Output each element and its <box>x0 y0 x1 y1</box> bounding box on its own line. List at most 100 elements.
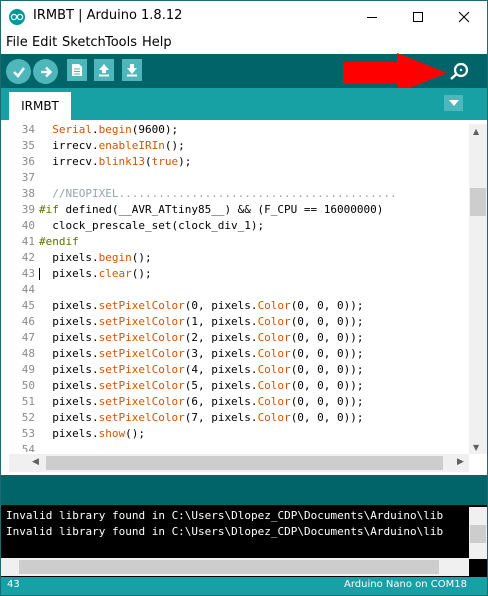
code-line[interactable]: 39 #if defined(__AVR_ATtiny85__) && (F_CP… <box>1 202 469 218</box>
minimize-button[interactable] <box>349 1 395 32</box>
code-line[interactable]: 43 pixels.clear(); <box>1 266 469 282</box>
code-editor[interactable]: 34 Serial.begin(9600); 35 irrecv.enableIR… <box>1 120 487 475</box>
editor-vertical-scroll-thumb[interactable] <box>470 188 486 216</box>
maximize-button[interactable] <box>395 1 441 32</box>
code-token: (3, pixels. <box>184 347 258 360</box>
code-line[interactable]: 51 pixels.setPixelColor(6, pixels.Color(… <box>1 394 469 410</box>
code-token: (); <box>131 251 152 264</box>
code-line[interactable]: 53 pixels.show(); <box>1 426 469 442</box>
upload-button[interactable] <box>33 59 58 84</box>
code-line[interactable]: 35 irrecv.enableIRIn(); <box>1 138 469 154</box>
menu-help[interactable]: Help <box>142 35 172 50</box>
code-token: Color <box>257 395 291 408</box>
code-token: Serial <box>52 123 92 136</box>
code-token: setPixelColor <box>98 347 185 360</box>
code-line[interactable]: 45 pixels.setPixelColor(0, pixels.Color(… <box>1 298 469 314</box>
code-line[interactable]: 47 pixels.setPixelColor(2, pixels.Color(… <box>1 330 469 346</box>
code-token: Color <box>257 299 291 312</box>
code-token: pixels. <box>39 347 99 360</box>
code-token: Color <box>257 379 291 392</box>
new-button[interactable] <box>67 59 87 81</box>
board-port: Arduino Nano on COM18 <box>344 579 467 590</box>
code-token: (5, pixels. <box>184 379 258 392</box>
open-button[interactable] <box>94 59 114 81</box>
menu-tools[interactable]: Tools <box>105 35 137 50</box>
code-line[interactable]: 52 pixels.setPixelColor(7, pixels.Color(… <box>1 410 469 426</box>
menu-edit[interactable]: Edit <box>32 35 57 50</box>
line-number: 48 <box>21 347 35 360</box>
code-token: Color <box>257 363 291 376</box>
tab-strip: IRMBT <box>1 88 487 120</box>
magnifier-icon <box>450 62 469 80</box>
code-token: (7, pixels. <box>184 411 258 424</box>
code-line[interactable]: 37 <box>1 170 469 186</box>
code-line[interactable]: 54 <box>1 442 469 452</box>
tab-menu-button[interactable] <box>444 95 463 111</box>
code-token: (0, 0, 0)); <box>290 395 364 408</box>
title-bar: IRMBT | Arduino 1.8.12 <box>1 1 487 32</box>
code-token: (); <box>164 139 185 152</box>
line-number: 50 <box>21 379 35 392</box>
code-token: (1, pixels. <box>184 315 258 328</box>
code-token: enableIRIn <box>98 139 165 152</box>
code-token: (0, 0, 0)); <box>290 331 364 344</box>
menu-file[interactable]: File <box>6 35 28 50</box>
code-line[interactable]: 40 clock_prescale_set(clock_div_1); <box>1 218 469 234</box>
code-token: #if <box>39 203 59 216</box>
line-number: 49 <box>21 363 35 376</box>
close-button[interactable] <box>441 1 487 32</box>
editor-vertical-scrollbar[interactable] <box>469 124 487 454</box>
save-button[interactable] <box>122 59 142 81</box>
code-token: defined(__AVR_ATtiny85__) && (F_CPU == 1… <box>58 203 384 216</box>
code-token: irrecv. <box>39 139 99 152</box>
code-token: (); <box>131 267 152 280</box>
serial-monitor-button[interactable] <box>448 58 472 82</box>
code-token: (0, 0, 0)); <box>290 363 364 376</box>
code-token: (0, 0, 0)); <box>290 379 364 392</box>
scroll-left-icon[interactable]: ◀ <box>32 457 39 467</box>
line-number: 53 <box>21 427 35 440</box>
window-title: IRMBT | Arduino 1.8.12 <box>33 8 183 23</box>
menu-sketch[interactable]: Sketch <box>62 35 106 50</box>
editor-horizontal-scroll-thumb[interactable] <box>46 456 443 470</box>
line-number: 43 <box>21 267 35 280</box>
code-token: pixels. <box>39 363 99 376</box>
arduino-ide-window: IRMBT | Arduino 1.8.12 File Edit Sketch … <box>0 0 488 596</box>
line-number: 44 <box>21 283 35 296</box>
code-token: pixels. <box>39 395 99 408</box>
code-line[interactable]: 49 pixels.setPixelColor(4, pixels.Color(… <box>1 362 469 378</box>
line-number: 35 <box>21 139 35 152</box>
code-line[interactable]: 44 <box>1 282 469 298</box>
code-line[interactable]: 42 pixels.begin(); <box>1 250 469 266</box>
code-area[interactable]: 34 Serial.begin(9600); 35 irrecv.enableIR… <box>1 122 469 452</box>
console-horizontal-scroll-thumb[interactable] <box>19 560 439 574</box>
code-line[interactable]: 48 pixels.setPixelColor(3, pixels.Color(… <box>1 346 469 362</box>
code-token: ( <box>144 155 152 168</box>
code-line[interactable]: 50 pixels.setPixelColor(5, pixels.Color(… <box>1 378 469 394</box>
code-line[interactable]: 46 pixels.setPixelColor(1, pixels.Color(… <box>1 314 469 330</box>
code-token: Color <box>257 347 291 360</box>
code-line[interactable]: 34 Serial.begin(9600); <box>1 122 469 138</box>
console-vertical-scroll-thumb[interactable] <box>470 525 486 543</box>
verify-button[interactable] <box>6 59 31 84</box>
red-arrow-annotation <box>343 53 447 93</box>
code-line[interactable]: 41 #endif <box>1 234 469 250</box>
code-token: setPixelColor <box>98 299 185 312</box>
verify-icon <box>12 66 25 78</box>
scroll-up-icon[interactable]: ▲ <box>473 127 479 136</box>
code-line[interactable]: 36 irrecv.blink13(true); <box>1 154 469 170</box>
tab-irmbt[interactable]: IRMBT <box>9 92 71 120</box>
maximize-icon <box>413 11 423 22</box>
scroll-right-icon[interactable]: ▶ <box>457 457 464 467</box>
code-line[interactable]: 38 //NEOPIXEL...........................… <box>1 186 469 202</box>
code-token: Color <box>257 331 291 344</box>
code-token: setPixelColor <box>98 411 185 424</box>
minimize-icon <box>367 16 377 18</box>
code-token: setPixelColor <box>98 379 185 392</box>
menu-bar: File Edit Sketch Tools Help <box>1 32 487 54</box>
code-token: (0, 0, 0)); <box>290 315 364 328</box>
scroll-down-icon[interactable]: ▼ <box>473 443 479 452</box>
open-icon <box>99 64 109 77</box>
line-number: 34 <box>21 123 35 136</box>
line-number: 43 <box>7 579 20 590</box>
